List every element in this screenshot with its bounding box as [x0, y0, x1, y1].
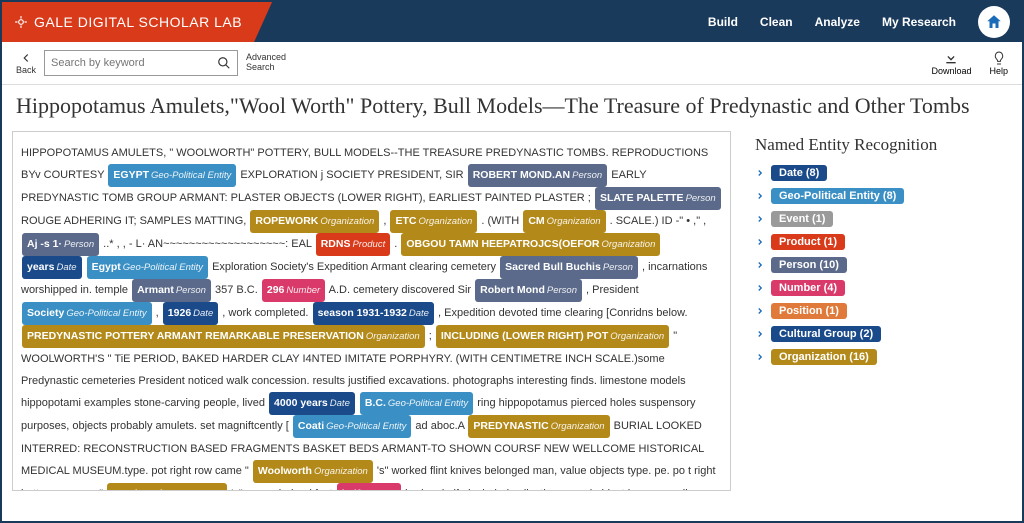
help-button[interactable]: Help	[989, 50, 1008, 76]
ner-item[interactable]: Position (1)	[755, 303, 1004, 319]
ner-list: Date (8) Geo-Political Entity (8) Event (1…	[755, 165, 1004, 365]
entity-tag[interactable]: SLATE PALETTEPerson	[595, 187, 721, 210]
chevron-right-icon	[755, 260, 765, 270]
logo-icon	[14, 15, 28, 29]
chevron-right-icon	[755, 168, 765, 178]
nav-clean[interactable]: Clean	[760, 15, 793, 29]
app-header: GALE DIGITAL SCHOLAR LAB Build Clean Ana…	[2, 2, 1022, 42]
entity-tag[interactable]: RDNSProduct	[316, 233, 391, 256]
ner-badge: Cultural Group (2)	[771, 326, 881, 342]
ner-item[interactable]: Person (10)	[755, 257, 1004, 273]
search-input[interactable]	[51, 57, 217, 69]
ner-badge: Organization (16)	[771, 349, 877, 365]
ner-sidebar: Named Entity Recognition Date (8) Geo-Pol…	[747, 131, 1012, 491]
ner-item[interactable]: Product (1)	[755, 234, 1004, 250]
entity-tag[interactable]: WoolworthOrganization	[107, 483, 227, 491]
annotated-text-panel: HIPPOPOTAMUS AMULETS, " WOOLWORTH" POTTE…	[12, 131, 731, 491]
main-nav: Build Clean Analyze My Research	[708, 6, 1022, 38]
nav-analyze[interactable]: Analyze	[815, 15, 860, 29]
entity-tag[interactable]: PREDYNASTICOrganization	[468, 415, 609, 438]
entity-tag[interactable]: B.C.Geo-Political Entity	[360, 392, 473, 415]
entity-tag[interactable]: EGYPTGeo-Political Entity	[108, 164, 236, 187]
entity-tag[interactable]: 4000 yearsDate	[269, 392, 355, 415]
entity-tag[interactable]: 296Number	[262, 279, 325, 302]
entity-tag[interactable]: ROBERT MOND.ANPerson	[468, 164, 608, 187]
chevron-right-icon	[755, 237, 765, 247]
entity-tag[interactable]: ROPEWORKOrganization	[250, 210, 379, 233]
chevron-right-icon	[755, 352, 765, 362]
entity-tag[interactable]: INCLUDING (LOWER RIGHT) POTOrganization	[436, 325, 669, 348]
entity-tag[interactable]: yearsDate	[22, 256, 82, 279]
entity-tag[interactable]: CMOrganization	[523, 210, 605, 233]
entity-tag[interactable]: SocietyGeo-Political Entity	[22, 302, 152, 325]
entity-tag[interactable]: Aj -s 1·Person	[22, 233, 99, 256]
ner-item[interactable]: Number (4)	[755, 280, 1004, 296]
entity-tag[interactable]: Robert MondPerson	[475, 279, 582, 302]
chevron-left-icon	[19, 51, 33, 65]
entity-tag[interactable]: Sacred Bull BuchisPerson	[500, 256, 638, 279]
entity-tag[interactable]: halfNumber	[337, 483, 401, 491]
help-icon	[991, 50, 1007, 66]
ner-badge: Event (1)	[771, 211, 833, 227]
chevron-right-icon	[755, 191, 765, 201]
sidebar-title: Named Entity Recognition	[755, 135, 1004, 155]
entity-tag[interactable]: WoolworthOrganization	[253, 460, 373, 483]
home-button[interactable]	[978, 6, 1010, 38]
ner-item[interactable]: Date (8)	[755, 165, 1004, 181]
entity-tag[interactable]: season 1931-1932Date	[313, 302, 434, 325]
logo: GALE DIGITAL SCHOLAR LAB	[2, 2, 272, 42]
toolbar: Back Advanced Search Download Help	[2, 42, 1022, 85]
chevron-right-icon	[755, 329, 765, 339]
ner-badge: Person (10)	[771, 257, 847, 273]
ner-item[interactable]: Geo-Political Entity (8)	[755, 188, 1004, 204]
entity-tag[interactable]: ETCOrganization	[390, 210, 477, 233]
ner-item[interactable]: Cultural Group (2)	[755, 326, 1004, 342]
page-title: Hippopotamus Amulets,"Wool Worth" Potter…	[2, 85, 1022, 131]
ner-badge: Date (8)	[771, 165, 827, 181]
ner-badge: Product (1)	[771, 234, 845, 250]
ner-badge: Geo-Political Entity (8)	[771, 188, 904, 204]
ner-badge: Number (4)	[771, 280, 845, 296]
nav-my-research[interactable]: My Research	[882, 15, 956, 29]
nav-build[interactable]: Build	[708, 15, 738, 29]
advanced-search-link[interactable]: Advanced Search	[246, 53, 286, 73]
search-icon[interactable]	[217, 56, 231, 70]
download-icon	[943, 50, 959, 66]
search-box	[44, 50, 238, 76]
chevron-right-icon	[755, 283, 765, 293]
entity-tag[interactable]: ArmantPerson	[132, 279, 211, 302]
entity-tag[interactable]: PREDYNASTIC POTTERY ARMANT REMARKABLE PR…	[22, 325, 425, 348]
back-button[interactable]: Back	[16, 51, 36, 75]
ner-item[interactable]: Organization (16)	[755, 349, 1004, 365]
logo-text: GALE DIGITAL SCHOLAR LAB	[34, 14, 242, 30]
back-label: Back	[16, 65, 36, 75]
chevron-right-icon	[755, 214, 765, 224]
ner-item[interactable]: Event (1)	[755, 211, 1004, 227]
entity-tag[interactable]: OBGOU TAMN HEEPATROJCS(OEFOROrganization	[401, 233, 660, 256]
entity-tag[interactable]: EgyptGeo-Political Entity	[87, 256, 208, 279]
home-icon	[985, 13, 1003, 31]
entity-tag[interactable]: CoatiGeo-Political Entity	[293, 415, 412, 438]
chevron-right-icon	[755, 306, 765, 316]
ner-badge: Position (1)	[771, 303, 847, 319]
entity-tag[interactable]: 1926Date	[163, 302, 218, 325]
download-button[interactable]: Download	[931, 50, 971, 76]
